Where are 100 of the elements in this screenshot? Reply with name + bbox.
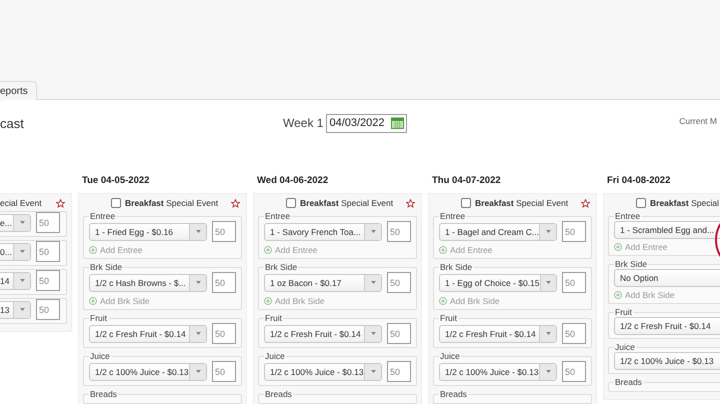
caret-icon xyxy=(20,308,24,311)
section-label: Fruit xyxy=(439,313,458,323)
caret-icon xyxy=(196,281,200,284)
add-link[interactable]: Add Brk Side xyxy=(439,296,586,306)
section-label: Breads xyxy=(89,389,118,399)
quantity-field[interactable]: 50 xyxy=(212,221,236,242)
special-event-checkbox[interactable] xyxy=(286,198,296,208)
quantity-field[interactable]: 50 xyxy=(36,241,60,262)
item-select[interactable]: 1/2 c 100% Juice - $0.13 xyxy=(614,352,720,370)
section-label: Brk Side xyxy=(439,262,474,272)
item-select[interactable]: 1 - Fried Egg - $0.16 xyxy=(89,222,207,240)
quantity-field[interactable]: 50 xyxy=(36,270,60,291)
special-event-label: Breakfast Special xyxy=(650,198,720,208)
caret-icon xyxy=(20,221,24,224)
calendar-icon[interactable] xyxy=(391,117,404,129)
section-label: Breads xyxy=(439,389,468,399)
quantity-field[interactable]: 50 xyxy=(212,361,236,382)
section-label: Entree xyxy=(614,211,642,221)
section-label: Entree xyxy=(439,211,466,221)
current-label: Current M xyxy=(679,116,717,126)
section-label: Juice xyxy=(614,342,636,352)
special-event-checkbox[interactable] xyxy=(636,198,646,208)
item-select[interactable]: 1 - Scrambled Egg and... xyxy=(614,221,720,239)
add-link[interactable]: Add Entree xyxy=(439,245,586,255)
section-label: Brk Side xyxy=(264,262,298,272)
quantity-field[interactable]: 50 xyxy=(387,361,411,382)
item-select[interactable]: 1/2 c 100% Juice - $0.13 xyxy=(89,362,207,380)
section-label: Breads xyxy=(264,389,293,399)
quantity-field[interactable]: 50 xyxy=(562,361,586,382)
item-select[interactable]: 1 oz Bacon - $0.17 xyxy=(264,274,382,292)
section-label: Juice xyxy=(439,351,461,361)
quantity-field[interactable]: 50 xyxy=(562,323,586,344)
quantity-field[interactable]: 50 xyxy=(387,221,411,242)
quantity-field[interactable]: 50 xyxy=(36,299,60,320)
add-link[interactable]: Add Entree xyxy=(89,245,236,255)
special-event-checkbox[interactable] xyxy=(461,198,471,208)
special-event-label: Breakfast Special Event xyxy=(475,198,568,208)
caret-icon xyxy=(546,281,551,284)
item-select[interactable]: 1 - Bagel and Cream C... xyxy=(439,222,557,240)
section-label: Juice xyxy=(89,351,111,361)
plus-circle-icon xyxy=(614,291,622,299)
section-label: Fruit xyxy=(89,313,108,323)
day-header: Wed 04-06-2022 xyxy=(257,175,328,186)
add-link[interactable]: Add Brk Side xyxy=(89,296,236,306)
day-header: Tue 04-05-2022 xyxy=(82,175,150,186)
item-select[interactable]: 1 - Savory French Toa... xyxy=(264,222,382,240)
item-select[interactable]: 1/2 c Fresh Fruit - $0.14 xyxy=(439,324,557,342)
quantity-field[interactable]: 50 xyxy=(387,272,411,293)
caret-icon xyxy=(546,332,550,335)
week-label: Week 1 xyxy=(283,116,324,130)
star-icon[interactable] xyxy=(231,199,240,208)
item-select[interactable]: No Option xyxy=(614,269,720,287)
quantity-field[interactable]: 50 xyxy=(212,323,236,344)
caret-icon xyxy=(196,370,200,373)
quantity-field[interactable]: 50 xyxy=(36,212,60,233)
plus-circle-icon xyxy=(264,297,272,305)
add-link[interactable]: Add Entree xyxy=(614,242,720,252)
plus-circle-icon xyxy=(89,297,97,305)
add-link[interactable]: Add Brk Side xyxy=(264,296,411,306)
caret-icon xyxy=(196,230,200,233)
add-link[interactable]: Add Brk Side xyxy=(614,290,720,300)
special-event-label: Breakfast Special Event xyxy=(300,198,394,208)
add-link[interactable]: Add Entree xyxy=(264,245,411,255)
reports-tab[interactable]: eports xyxy=(0,81,37,100)
caret-icon xyxy=(370,332,376,335)
caret-icon xyxy=(370,370,376,373)
caret-icon xyxy=(546,370,550,373)
star-icon[interactable] xyxy=(56,199,65,208)
item-select[interactable]: e... xyxy=(0,214,31,232)
section-label: Fruit xyxy=(614,307,633,317)
item-select[interactable]: 1/2 c Fresh Fruit - $0.14 xyxy=(264,324,382,342)
item-select[interactable]: 1/2 c 100% Juice - $0.13 xyxy=(439,362,557,380)
section-label: Brk Side xyxy=(614,259,648,269)
quantity-field[interactable]: 50 xyxy=(562,272,586,293)
item-select[interactable]: 1/2 c Hash Browns - $... xyxy=(89,274,207,292)
caret-icon xyxy=(196,332,200,335)
item-select[interactable]: 0... xyxy=(0,242,31,260)
item-select[interactable]: 14 xyxy=(0,272,31,290)
special-event-checkbox[interactable] xyxy=(111,198,121,208)
plus-circle-icon xyxy=(439,246,447,254)
quantity-field[interactable]: 50 xyxy=(212,272,236,293)
item-select[interactable]: 1 - Egg of Choice - $0.15 xyxy=(439,274,557,292)
section-label: Juice xyxy=(264,351,286,361)
plus-circle-icon xyxy=(614,243,622,251)
quantity-field[interactable]: 50 xyxy=(562,221,586,242)
section-label: Entree xyxy=(89,211,116,221)
section-label: Entree xyxy=(264,211,292,221)
item-select[interactable]: 1/2 c Fresh Fruit - $0.14 xyxy=(89,324,207,342)
caret-icon xyxy=(20,250,24,253)
week-date-field[interactable]: 04/03/2022 xyxy=(326,114,408,132)
star-icon[interactable] xyxy=(406,199,415,208)
section-label: Breads xyxy=(614,377,643,387)
star-icon[interactable] xyxy=(581,199,590,208)
quantity-field[interactable]: 50 xyxy=(387,323,411,344)
item-select[interactable]: 13 xyxy=(0,300,31,318)
item-select[interactable]: 1/2 c Fresh Fruit - $0.14 xyxy=(614,317,720,335)
plus-circle-icon xyxy=(264,246,272,254)
item-select[interactable]: 1/2 c 100% Juice - $0.13 xyxy=(264,362,382,380)
plus-circle-icon xyxy=(89,246,97,254)
caret-icon xyxy=(20,279,24,282)
